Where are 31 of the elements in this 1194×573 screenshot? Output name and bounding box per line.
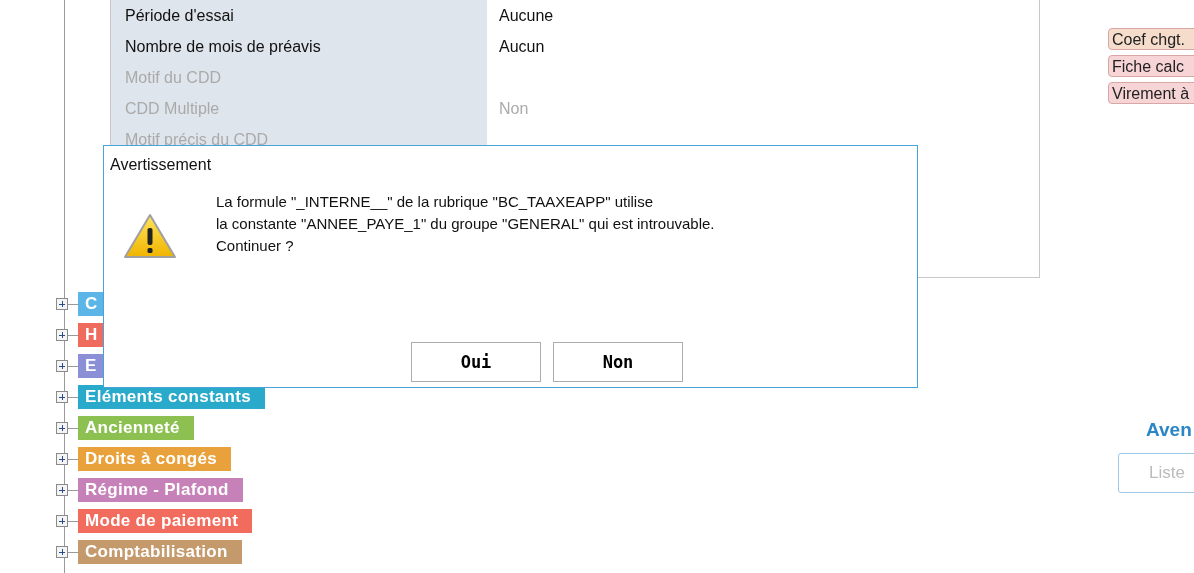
property-value: Aucune [498, 6, 554, 25]
expand-icon[interactable] [56, 515, 68, 527]
expand-icon[interactable] [56, 329, 68, 341]
dialog-button[interactable]: Non [553, 342, 683, 382]
dialog-button[interactable]: Oui [411, 342, 541, 382]
expand-icon[interactable] [56, 391, 68, 403]
section-heading: Aven [1146, 419, 1192, 441]
property-label: CDD Multiple [124, 99, 221, 118]
expand-icon[interactable] [56, 360, 68, 372]
tag[interactable]: Fiche calc [1108, 55, 1194, 77]
warning-icon [122, 212, 178, 260]
expand-icon[interactable] [56, 453, 68, 465]
property-label: Nombre de mois de préavis [124, 37, 322, 56]
expand-icon[interactable] [56, 422, 68, 434]
property-label: Période d'essai [124, 6, 235, 25]
property-label: Motif du CDD [124, 68, 223, 87]
expand-icon[interactable] [56, 298, 68, 310]
dialog-title: Avertissement [109, 155, 213, 174]
tree-item[interactable]: Régime - Plafond [78, 478, 243, 502]
tree-item[interactable]: Ancienneté [78, 416, 194, 440]
tag[interactable]: Coef chgt. [1108, 28, 1194, 50]
tag[interactable]: Virement à [1108, 82, 1194, 104]
tree-item[interactable]: Mode de paiement [78, 509, 253, 533]
dialog-message: La formule "_INTERNE__" de la rubrique "BC_TAAXEAPP" utilise la constante "ANNEE_PAYE_1" du groupe "GENERAL" qui est introuvable. Continuer ? [216, 192, 715, 256]
property-value: Aucun [498, 37, 545, 56]
tree-item[interactable]: Droits à congés [78, 447, 232, 471]
tree-item[interactable]: Comptabilisation [78, 540, 242, 564]
expand-icon[interactable] [56, 546, 68, 558]
property-label: Motif précis du CDD [124, 130, 270, 149]
expand-icon[interactable] [56, 484, 68, 496]
property-value: Non [498, 99, 529, 118]
